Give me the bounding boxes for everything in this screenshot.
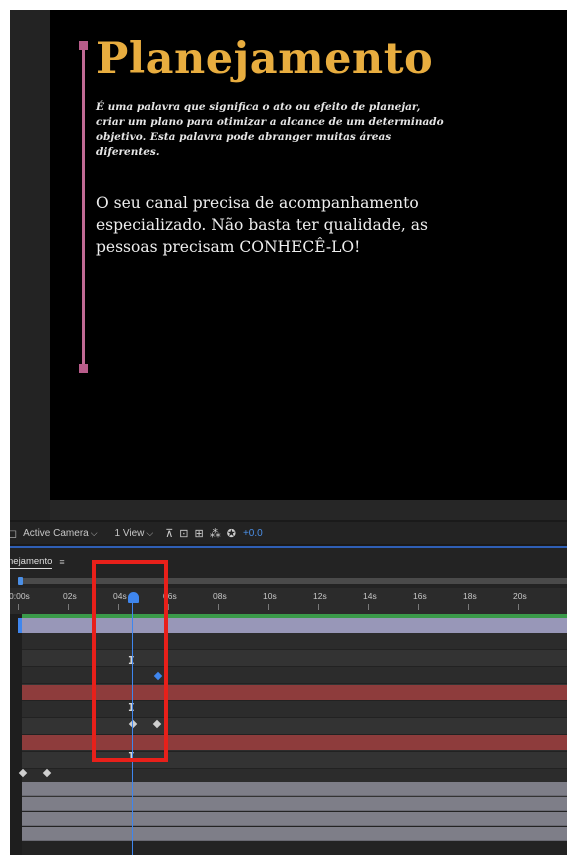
- view-layout-select[interactable]: 1 View ⌵: [115, 528, 159, 539]
- view-layout-label: 1 View: [114, 527, 145, 539]
- red-highlight-box: [92, 560, 168, 762]
- layer-duration-bar[interactable]: [22, 797, 567, 811]
- composition-canvas[interactable]: Planejamento É uma palavra que significa…: [50, 10, 567, 500]
- viewer-toolbar: ◻ Active Camera ⌵ 1 View ⌵ ⊼ ⊡ ⊞ ⁂ ✪ +0.…: [10, 522, 567, 544]
- chevron-down-icon: ⌵: [90, 527, 98, 538]
- accent-handle-bottom[interactable]: [79, 364, 88, 373]
- ruler-tick: [468, 604, 469, 610]
- composition-viewer[interactable]: Planejamento É uma palavra que significa…: [10, 10, 567, 520]
- reset-exposure-icon[interactable]: ✪: [227, 527, 236, 540]
- ruler-tick: [168, 604, 169, 610]
- fast-preview-icon[interactable]: ⊡: [179, 527, 188, 540]
- work-area-start-handle[interactable]: [18, 577, 23, 585]
- grid-icon[interactable]: ⊞: [195, 527, 204, 540]
- ruler-tick-label: 02s: [63, 591, 77, 601]
- ruler-tick-label: 12s: [313, 591, 327, 601]
- ruler-tick: [418, 604, 419, 610]
- ruler-tick: [268, 604, 269, 610]
- ruler-tick-label: 14s: [363, 591, 377, 601]
- ruler-tick-label: 08s: [213, 591, 227, 601]
- layer-duration-bar[interactable]: [22, 782, 567, 796]
- ruler-tick-label: 16s: [413, 591, 427, 601]
- definition-text[interactable]: É uma palavra que significa o ato ou efe…: [96, 100, 446, 160]
- accent-line: [82, 47, 85, 367]
- camera-select[interactable]: Active Camera ⌵: [23, 528, 102, 539]
- ruler-tick-label: 0:00s: [10, 591, 30, 601]
- viewer-pasteboard: [10, 10, 50, 520]
- ruler-tick: [68, 604, 69, 610]
- ruler-tick-label: 18s: [463, 591, 477, 601]
- layer-in-point-marker[interactable]: [18, 618, 22, 633]
- ruler-tick: [318, 604, 319, 610]
- chevron-down-icon: ⌵: [146, 527, 154, 538]
- ruler-tick: [218, 604, 219, 610]
- message-text[interactable]: O seu canal precisa de acompanhamento es…: [96, 192, 476, 258]
- ruler-tick-label: 20s: [513, 591, 527, 601]
- exposure-value[interactable]: +0.0: [243, 528, 263, 539]
- composition-title-text[interactable]: Planejamento: [96, 34, 433, 84]
- ruler-tick: [368, 604, 369, 610]
- render-options-icon[interactable]: ⊼: [165, 527, 173, 540]
- ruler-tick: [518, 604, 519, 610]
- layer-duration-bar[interactable]: [22, 827, 567, 841]
- tab-composition[interactable]: nejamento: [10, 556, 53, 569]
- panel-menu-icon[interactable]: ≡: [59, 557, 64, 567]
- fast-previews-icon[interactable]: ◻: [10, 527, 17, 540]
- layer-duration-bar[interactable]: [22, 812, 567, 826]
- accent-handle-top[interactable]: [79, 41, 88, 50]
- layer-switches-column: [10, 614, 22, 855]
- camera-select-label: Active Camera: [23, 527, 89, 539]
- flowchart-icon[interactable]: ⁂: [210, 527, 221, 540]
- ruler-tick-label: 10s: [263, 591, 277, 601]
- ruler-tick: [18, 604, 19, 610]
